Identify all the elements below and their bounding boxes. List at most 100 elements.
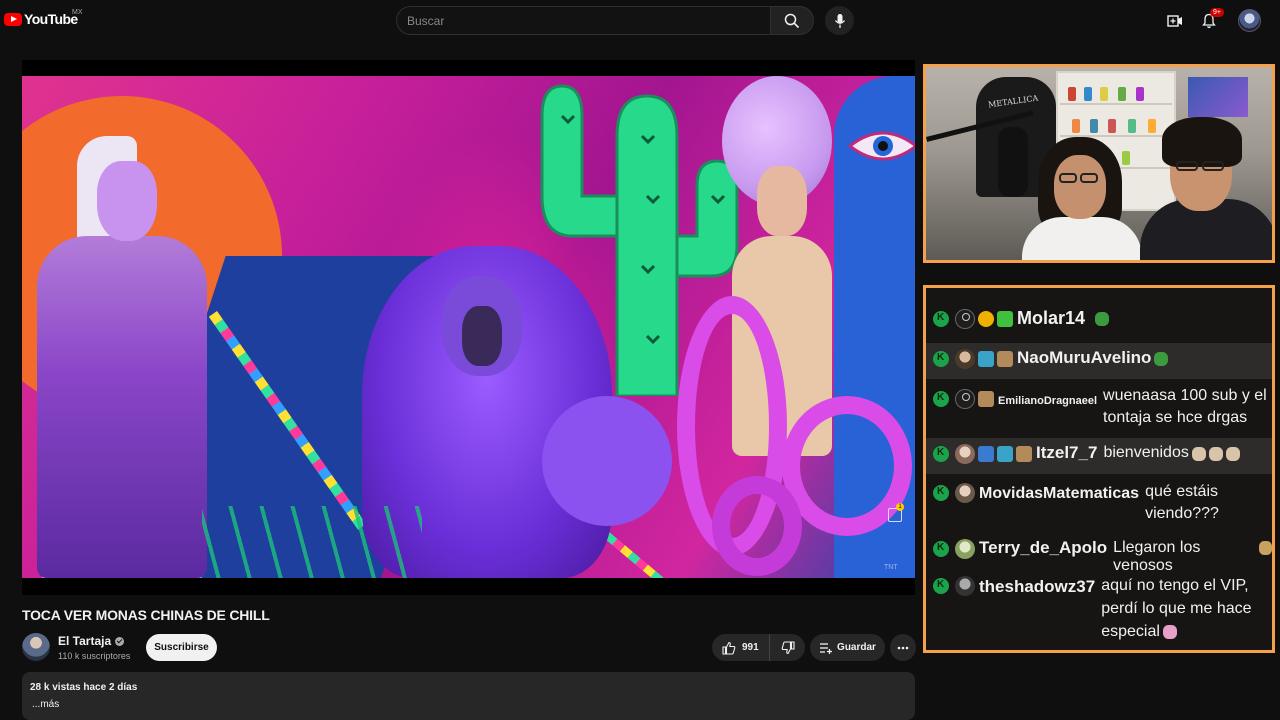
save-button[interactable]: Guardar bbox=[810, 634, 885, 661]
streamer-a bbox=[1022, 217, 1142, 260]
emote-icon bbox=[1208, 447, 1223, 461]
chat-text: aquí no tengo el VIP, perdí lo que me ha… bbox=[1101, 574, 1256, 643]
chat-text: wuenaasa 100 sub y el tontaja se hce drg… bbox=[1103, 387, 1267, 426]
performer-1-head bbox=[97, 161, 157, 241]
performer-3-face bbox=[757, 166, 807, 236]
stage-leaves bbox=[202, 506, 422, 578]
performer-1 bbox=[37, 236, 207, 578]
like-button[interactable]: 991 bbox=[712, 634, 770, 661]
video-title: TOCA VER MONAS CHINAS DE CHILL bbox=[22, 607, 270, 623]
logo-text: YouTube bbox=[24, 11, 78, 27]
channel-watermark: TNT bbox=[884, 564, 898, 571]
sub-badge-icon bbox=[997, 311, 1013, 327]
create-video-icon bbox=[1167, 15, 1182, 27]
save-label: Guardar bbox=[837, 642, 876, 653]
add-to-playlist-icon bbox=[820, 642, 833, 654]
top-bar: YouTube MX 9+ bbox=[0, 0, 1280, 42]
sub-badge-icon bbox=[1016, 446, 1032, 462]
moderator-icon bbox=[933, 391, 949, 407]
microphone bbox=[998, 127, 1028, 197]
channel-name[interactable]: El Tartaja bbox=[58, 634, 125, 648]
hammer-badge-icon bbox=[978, 446, 994, 462]
channel-name-text: El Tartaja bbox=[58, 634, 112, 648]
chat-username: MovidasMatematicas bbox=[979, 485, 1140, 502]
more-actions-button[interactable] bbox=[890, 634, 916, 661]
glasses bbox=[1059, 173, 1077, 183]
pepe-emote-icon bbox=[1154, 352, 1169, 366]
moderator-icon bbox=[933, 311, 949, 327]
chat-message: Molar14 bbox=[926, 308, 1272, 337]
chat-message: MovidasMatematicas qué estáis viendo??? bbox=[926, 481, 1272, 527]
chat-avatar bbox=[955, 309, 975, 329]
chat-avatar bbox=[955, 444, 975, 464]
emote-icon bbox=[1162, 624, 1177, 639]
chat-username: theshadowz37 bbox=[979, 577, 1096, 596]
thumbs-up-icon bbox=[722, 641, 736, 655]
wall-poster bbox=[1188, 77, 1248, 117]
eye-decor bbox=[848, 131, 915, 161]
streamer-a-face bbox=[1054, 155, 1106, 219]
subscribe-button[interactable]: Suscribirse bbox=[146, 634, 217, 661]
chat-message: NaoMuruAvelino bbox=[926, 343, 1272, 379]
youtube-logo-icon bbox=[4, 12, 22, 26]
thumbs-down-icon bbox=[781, 640, 795, 654]
sub-badge-icon bbox=[997, 351, 1013, 367]
chat-avatar bbox=[955, 539, 975, 559]
moderator-icon bbox=[933, 351, 949, 367]
notification-count-badge: 9+ bbox=[1210, 8, 1224, 17]
search-button[interactable] bbox=[770, 6, 814, 35]
chat-text: bienvenidos bbox=[1103, 444, 1189, 461]
chat-username: Terry_de_Apolo bbox=[979, 538, 1108, 557]
channel-avatar[interactable] bbox=[22, 633, 50, 661]
moderator-icon bbox=[933, 578, 949, 594]
glasses bbox=[1202, 161, 1224, 171]
stage-light-strip bbox=[596, 526, 694, 578]
performer-2-face bbox=[462, 306, 502, 366]
region-label: MX bbox=[72, 9, 83, 16]
chat-username: EmilianoDragnaeel bbox=[998, 395, 1098, 407]
chat-message: Itzel7_7 bienvenidos bbox=[926, 438, 1272, 474]
show-more-link[interactable]: ...más bbox=[30, 699, 907, 710]
verified-icon bbox=[115, 636, 125, 646]
chat-message: EmilianoDragnaeel wuenaasa 100 sub y el … bbox=[926, 385, 1272, 435]
chat-username: Itzel7_7 bbox=[1036, 443, 1098, 462]
chat-text: qué estáis viendo??? bbox=[1145, 483, 1219, 522]
webcam-overlay: METALLICA bbox=[923, 64, 1275, 263]
description-box[interactable]: 28 k vistas hace 2 días ...más bbox=[22, 672, 915, 720]
glasses bbox=[1176, 161, 1198, 171]
create-button[interactable] bbox=[1164, 10, 1186, 32]
search-bar bbox=[396, 6, 814, 35]
like-count: 991 bbox=[742, 642, 759, 653]
youtube-logo[interactable]: YouTube MX bbox=[4, 9, 83, 27]
voice-search-button[interactable] bbox=[825, 6, 854, 35]
performer-2-fur bbox=[542, 396, 672, 526]
chat-avatar bbox=[955, 576, 975, 596]
chat-overlay: Molar14 NaoMuruAvelino EmilianoDragnaeel… bbox=[923, 285, 1275, 653]
dislike-button[interactable] bbox=[770, 634, 805, 661]
tier-badge-icon bbox=[978, 311, 994, 327]
streamer-b-hair bbox=[1162, 117, 1242, 167]
moderator-icon bbox=[933, 446, 949, 462]
emote-icon bbox=[1191, 447, 1206, 461]
chat-avatar bbox=[955, 349, 975, 369]
chat-text: Llegaron los venosos bbox=[1113, 539, 1201, 574]
chat-avatar bbox=[955, 389, 975, 409]
notifications-button[interactable]: 9+ bbox=[1198, 8, 1224, 32]
sub-badge-icon bbox=[997, 446, 1013, 462]
views-and-date: 28 k vistas hace 2 días bbox=[30, 682, 138, 693]
pepe-emote-icon bbox=[1095, 312, 1110, 326]
performer-3-tentacle bbox=[712, 476, 802, 576]
video-player[interactable]: 1 TNT bbox=[22, 60, 915, 595]
more-horizontal-icon bbox=[897, 646, 909, 649]
chat-username: Molar14 bbox=[1017, 308, 1086, 328]
search-input[interactable] bbox=[396, 6, 770, 35]
sub-badge-icon bbox=[978, 391, 994, 407]
chat-avatar bbox=[955, 483, 975, 503]
chat-message: Terry_de_Apolo Llegaron los venosos bbox=[926, 538, 1272, 574]
search-icon bbox=[784, 13, 800, 28]
chat-username: NaoMuruAvelino bbox=[1017, 348, 1152, 367]
avatar[interactable] bbox=[1238, 9, 1261, 32]
sub-badge-icon bbox=[978, 351, 994, 367]
video-frame: 1 TNT bbox=[22, 76, 915, 578]
emote-icon bbox=[1258, 541, 1272, 555]
